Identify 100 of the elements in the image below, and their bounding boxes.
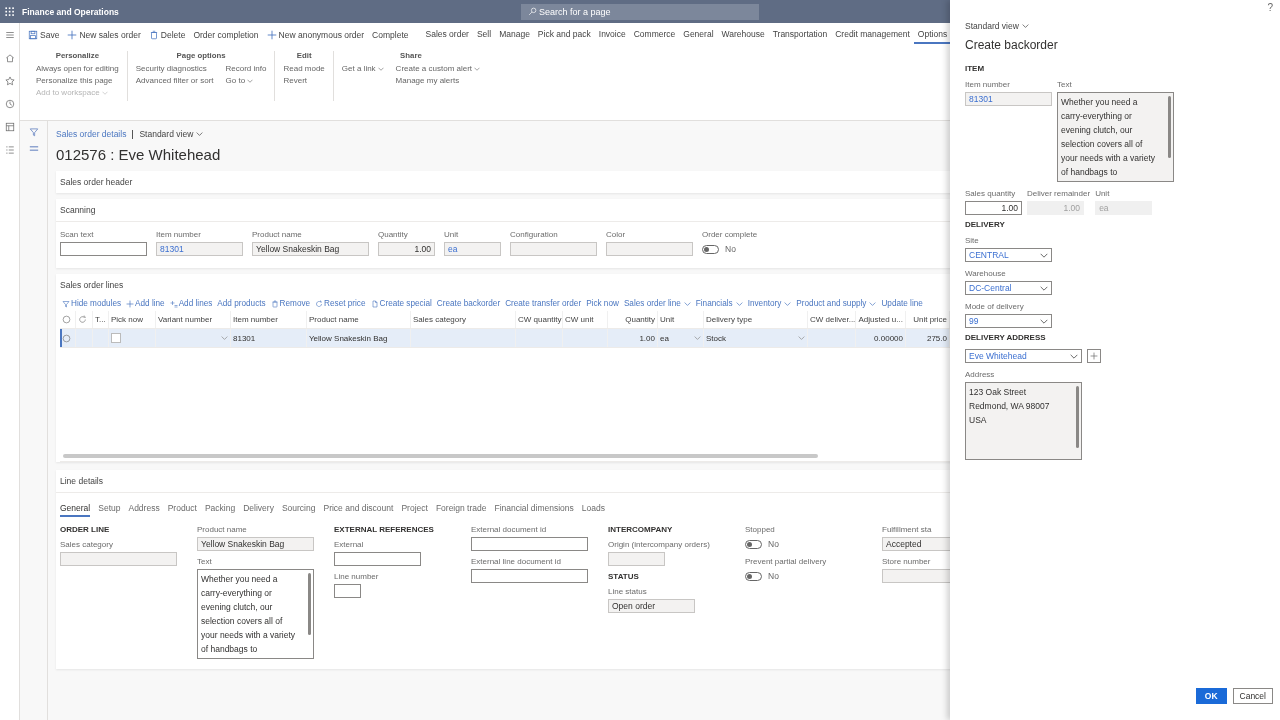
breadcrumb-link[interactable]: Sales order details [56,129,127,139]
tab[interactable]: Setup [98,503,121,517]
column-header[interactable]: Item number [233,315,278,324]
horizontal-scrollbar[interactable] [63,454,818,458]
menu-link[interactable]: Personalize this page [36,75,119,87]
text-area[interactable]: 123 Oak Street Redmond, WA 98007 USA [965,382,1082,460]
input-field[interactable] [334,552,421,566]
ribbon-tab[interactable]: Credit management [831,26,914,44]
column-header[interactable]: CW deliver... [810,315,856,324]
column-header[interactable]: T... [95,315,106,324]
table-row[interactable]: 81301 Yellow Snakeskin Bag 1.00 ea Stock 0.00000 275.0 [60,329,950,348]
tab[interactable]: Financial dimensions [494,503,574,517]
clock-icon[interactable] [4,99,15,109]
toolbar-button[interactable]: New sales order [65,30,147,40]
home-icon[interactable] [4,53,15,63]
dropdown[interactable]: Eve Whitehead [965,349,1082,363]
app-grid-icon[interactable] [4,6,15,17]
toolbar-button[interactable]: Save [26,30,66,40]
toolbar-button[interactable]: Sales order line [623,299,691,308]
section-header[interactable]: Sales order header [56,171,950,193]
toolbar-button[interactable]: Pick now [586,299,619,308]
tab[interactable]: Delivery [243,503,274,517]
ribbon-tab[interactable]: Sales order [421,26,473,44]
list-icon[interactable] [4,145,15,155]
checkbox[interactable] [111,333,121,343]
ribbon-tab[interactable]: Commerce [629,26,680,44]
column-header[interactable]: Adjusted u... [858,315,903,324]
ribbon-tab[interactable]: Manage [495,26,534,44]
tab[interactable]: Price and discount [323,503,394,517]
column-header[interactable]: Quantity [625,315,655,324]
toolbar-button[interactable]: Financials [695,299,743,308]
ribbon-tab[interactable]: Warehouse [717,26,769,44]
column-header[interactable]: Unit [660,315,675,324]
input-field[interactable] [60,552,177,566]
toolbar-button[interactable]: Create special [370,299,432,308]
ribbon-tab[interactable]: Pick and pack [533,26,595,44]
view-selector[interactable]: Standard view [965,21,1265,31]
view-selector[interactable]: Standard view [139,129,204,139]
panel-icon[interactable] [4,122,15,132]
tab[interactable]: Loads [581,503,605,517]
column-header[interactable]: Pick now [111,315,143,324]
tab[interactable]: Project [401,503,428,517]
tab[interactable]: Packing [204,503,236,517]
menu-link[interactable]: Create a custom alert [395,63,481,75]
menu-icon[interactable] [4,30,15,40]
menu-link[interactable]: Manage my alerts [395,75,481,87]
toolbar-button[interactable]: Remove [270,299,311,308]
tab[interactable]: Sourcing [281,503,316,517]
input-field[interactable]: Accepted [882,537,950,551]
lines-icon[interactable] [28,146,39,151]
toolbar-button[interactable]: Add lines [169,299,213,308]
toolbar-button[interactable]: Add line [126,299,165,308]
add-button[interactable] [1087,349,1101,363]
input-field[interactable]: 81301 [965,92,1052,106]
toolbar-button[interactable]: Update line [881,299,923,308]
column-header[interactable]: CW quantity [518,315,562,324]
input-field[interactable]: Open order [608,599,695,613]
tab[interactable]: Product [167,503,197,517]
text-area[interactable]: Whether you need a carry-everything or evening clutch, our selection covers all of your needs with a variety of handbags to [197,569,314,659]
ribbon-tab[interactable]: Transportation [768,26,832,44]
input-field[interactable]: ea [444,242,501,256]
toolbar-button[interactable]: Add products [217,299,266,308]
menu-link[interactable]: Advanced filter or sort [135,75,214,87]
star-icon[interactable] [4,76,15,86]
toolbar-button[interactable]: Delete [146,30,192,40]
toolbar-button[interactable]: Inventory [747,299,792,308]
ribbon-tab[interactable]: Sell [472,26,496,44]
column-header[interactable]: Sales category [413,315,466,324]
dropdown[interactable]: 99 [965,314,1052,328]
input-field[interactable] [471,569,588,583]
tab[interactable]: Address [128,503,160,517]
menu-link[interactable]: Record info [225,63,267,75]
section-header[interactable]: Sales order lines [56,274,950,296]
input-field[interactable] [334,584,361,598]
column-header[interactable]: Variant number [158,315,213,324]
tab[interactable]: General [60,503,91,517]
toolbar-button[interactable]: Create transfer order [505,299,582,308]
dropdown[interactable]: DC-Central [965,281,1052,295]
menu-link[interactable]: Always open for editing [36,63,119,75]
help-button[interactable]: ? [1267,2,1273,13]
menu-link[interactable]: Go to [225,75,267,87]
toolbar-button[interactable]: Complete [370,30,415,40]
toolbar-button[interactable]: New anonymous order [264,30,371,40]
input-field[interactable]: Yellow Snakeskin Bag [197,537,314,551]
menu-link[interactable]: Get a link [341,63,384,75]
text-area[interactable]: Whether you need a carry-everything or evening clutch, our selection covers all of your needs with a variety of handbags to [1057,92,1174,182]
input-field[interactable]: 81301 [156,242,243,256]
column-header[interactable]: CW unit [565,315,594,324]
menu-link[interactable]: Revert [283,75,325,87]
input-field[interactable] [606,242,693,256]
input-field[interactable]: Yellow Snakeskin Bag [252,242,369,256]
menu-link[interactable]: Read mode [283,63,325,75]
toolbar-button[interactable]: Order completion [191,30,265,40]
column-header[interactable]: Product name [309,315,359,324]
toolbar-button[interactable]: Product and supply [796,299,877,308]
menu-link[interactable]: Security diagnostics [135,63,214,75]
refresh-icon[interactable] [78,315,87,324]
input-field[interactable] [608,552,665,566]
input-field[interactable] [471,537,588,551]
column-header[interactable]: Delivery type [706,315,753,324]
